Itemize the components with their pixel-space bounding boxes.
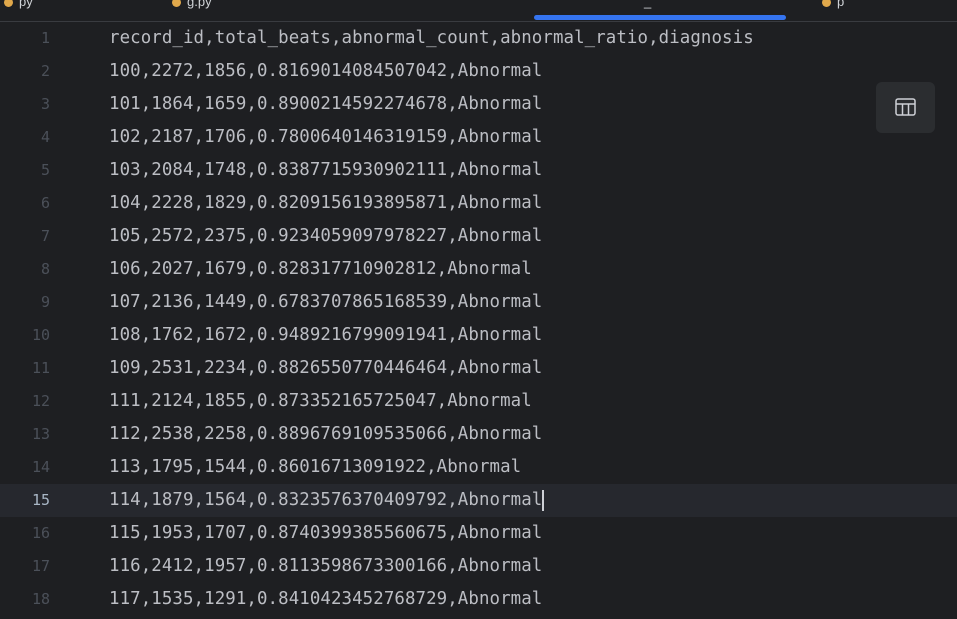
code-text[interactable]: 103,2084,1748,0.8387715930902111,Abnorma… bbox=[109, 154, 542, 187]
code-text[interactable]: 101,1864,1659,0.8900214592274678,Abnorma… bbox=[109, 88, 542, 121]
code-line[interactable]: 18 117,1535,1291,0.8410423452768729,Abnor… bbox=[0, 583, 957, 616]
line-number: 7 bbox=[40, 227, 50, 245]
code-line[interactable]: 8 106,2027,1679,0.828317710902812,Abnorma… bbox=[0, 253, 957, 286]
code-line[interactable]: 6 104,2228,1829,0.8209156193895871,Abnorm… bbox=[0, 187, 957, 220]
code-text[interactable]: 112,2538,2258,0.8896769109535066,Abnorma… bbox=[109, 418, 542, 451]
code-line[interactable]: 2 100,2272,1856,0.8169014084507042,Abnorm… bbox=[0, 55, 957, 88]
code-text[interactable]: 113,1795,1544,0.86016713091922,Abnormal bbox=[109, 451, 521, 484]
code-line[interactable]: 4 102,2187,1706,0.7800640146319159,Abnorm… bbox=[0, 121, 957, 154]
line-number: 15 bbox=[31, 491, 50, 509]
line-number: 16 bbox=[31, 524, 50, 542]
code-line[interactable]: 17 116,2412,1957,0.8113598673300166,Abnor… bbox=[0, 550, 957, 583]
line-number: 13 bbox=[31, 425, 50, 443]
code-editor[interactable]: 1 record_id,total_beats,abnormal_count,ab… bbox=[0, 22, 957, 619]
code-text[interactable]: 115,1953,1707,0.8740399385560675,Abnorma… bbox=[109, 517, 542, 550]
line-number: 11 bbox=[31, 359, 50, 377]
line-number: 8 bbox=[40, 260, 50, 278]
code-line[interactable]: 16 115,1953,1707,0.8740399385560675,Abnor… bbox=[0, 517, 957, 550]
python-file-icon bbox=[822, 0, 831, 8]
line-number: 5 bbox=[40, 161, 50, 179]
line-number: 14 bbox=[31, 458, 50, 476]
line-number: 1 bbox=[40, 29, 50, 47]
tab-label: g.py bbox=[187, 0, 212, 9]
python-file-icon bbox=[172, 0, 181, 8]
code-line[interactable]: 15 114,1879,1564,0.8323576370409792,Abnor… bbox=[0, 484, 957, 517]
line-number: 2 bbox=[40, 62, 50, 80]
code-text[interactable]: 117,1535,1291,0.8410423452768729,Abnorma… bbox=[109, 583, 542, 616]
line-number: 3 bbox=[40, 95, 50, 113]
editor-tab-active[interactable]: _ bbox=[644, 0, 651, 12]
code-line[interactable]: 11 109,2531,2234,0.8826550770446464,Abnor… bbox=[0, 352, 957, 385]
line-number: 12 bbox=[31, 392, 50, 410]
editor-tab[interactable]: g.py bbox=[172, 0, 212, 12]
code-line[interactable]: 9 107,2136,1449,0.6783707865168539,Abnorm… bbox=[0, 286, 957, 319]
editor-tab[interactable]: py bbox=[4, 0, 33, 12]
editor-tab[interactable]: p bbox=[822, 0, 844, 12]
code-text[interactable]: 105,2572,2375,0.9234059097978227,Abnorma… bbox=[109, 220, 542, 253]
code-line[interactable]: 7 105,2572,2375,0.9234059097978227,Abnorm… bbox=[0, 220, 957, 253]
code-line[interactable]: 12 111,2124,1855,0.873352165725047,Abnorm… bbox=[0, 385, 957, 418]
code-text[interactable]: 106,2027,1679,0.828317710902812,Abnormal bbox=[109, 253, 532, 286]
line-number: 6 bbox=[40, 194, 50, 212]
code-text[interactable]: 114,1879,1564,0.8323576370409792,Abnorma… bbox=[109, 484, 545, 517]
code-line[interactable]: 13 112,2538,2258,0.8896769109535066,Abnor… bbox=[0, 418, 957, 451]
code-line[interactable]: 14 113,1795,1544,0.86016713091922,Abnorma… bbox=[0, 451, 957, 484]
python-file-icon bbox=[4, 0, 13, 8]
code-text[interactable]: 102,2187,1706,0.7800640146319159,Abnorma… bbox=[109, 121, 542, 154]
line-number: 18 bbox=[31, 590, 50, 608]
table-icon bbox=[895, 98, 916, 116]
text-caret bbox=[542, 489, 545, 511]
tab-label: py bbox=[19, 0, 33, 9]
table-view-button[interactable] bbox=[876, 82, 935, 133]
code-text[interactable]: 100,2272,1856,0.8169014084507042,Abnorma… bbox=[109, 55, 542, 88]
code-line[interactable]: 3 101,1864,1659,0.8900214592274678,Abnorm… bbox=[0, 88, 957, 121]
code-text[interactable]: 109,2531,2234,0.8826550770446464,Abnorma… bbox=[109, 352, 542, 385]
line-number: 4 bbox=[40, 128, 50, 146]
editor-tab-bar: py g.py _ p bbox=[0, 0, 957, 22]
code-text[interactable]: 116,2412,1957,0.8113598673300166,Abnorma… bbox=[109, 550, 542, 583]
tab-label: p bbox=[837, 0, 845, 9]
code-line[interactable]: 10 108,1762,1672,0.9489216799091941,Abnor… bbox=[0, 319, 957, 352]
code-text[interactable]: 104,2228,1829,0.8209156193895871,Abnorma… bbox=[109, 187, 542, 220]
active-tab-indicator bbox=[534, 15, 786, 20]
code-text[interactable]: record_id,total_beats,abnormal_count,abn… bbox=[109, 22, 754, 55]
tab-label: _ bbox=[644, 0, 652, 9]
line-number: 17 bbox=[31, 557, 50, 575]
line-number: 10 bbox=[31, 326, 50, 344]
code-text[interactable]: 107,2136,1449,0.6783707865168539,Abnorma… bbox=[109, 286, 542, 319]
code-line[interactable]: 5 103,2084,1748,0.8387715930902111,Abnorm… bbox=[0, 154, 957, 187]
line-number: 9 bbox=[40, 293, 50, 311]
code-line[interactable]: 1 record_id,total_beats,abnormal_count,ab… bbox=[0, 22, 957, 55]
code-text[interactable]: 111,2124,1855,0.873352165725047,Abnormal bbox=[109, 385, 532, 418]
code-text[interactable]: 108,1762,1672,0.9489216799091941,Abnorma… bbox=[109, 319, 542, 352]
